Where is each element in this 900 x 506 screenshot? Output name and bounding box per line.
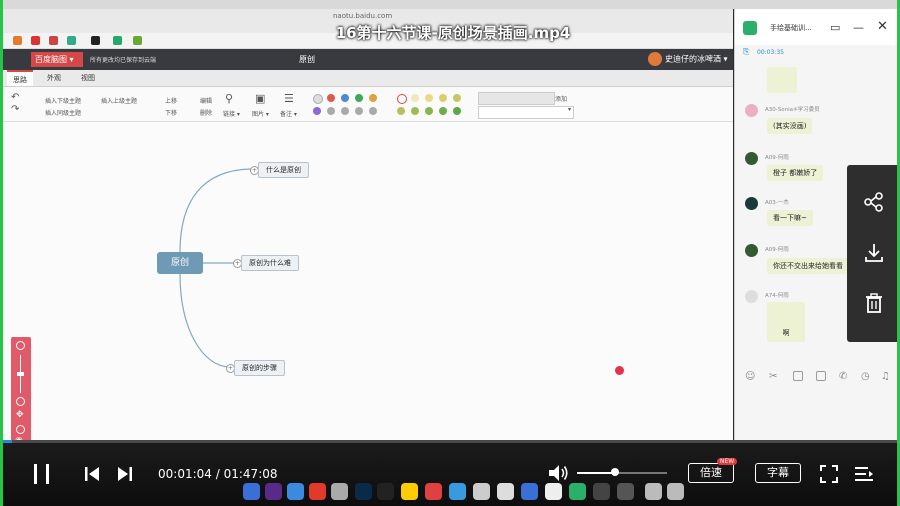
previous-icon[interactable] [83, 465, 101, 483]
side-action-panel [847, 165, 897, 342]
connector-line [179, 168, 252, 253]
sender-name: A74-何雨 [765, 293, 789, 299]
safari-icon [287, 483, 304, 500]
sender-name: A30-Sonia✳学习委员 [765, 107, 820, 113]
finder-icon [243, 483, 260, 500]
netease-music-icon [309, 483, 326, 500]
avatar [745, 104, 758, 117]
scissors-icon[interactable]: ✂ [769, 371, 777, 382]
time-separator: / [215, 467, 220, 481]
photoshop-icon [355, 483, 372, 500]
avatar [745, 290, 758, 303]
history-icon[interactable]: ◷ [861, 371, 870, 382]
app-icon [617, 483, 634, 500]
app-icon [377, 483, 394, 500]
sender-name: A09-何雨 [765, 155, 789, 161]
chat-toolbar: ☺ ✂ ✆ ◷ ♫ [735, 369, 897, 387]
chat-bubble: (其实没画) [767, 118, 813, 134]
chat-bubble: 看一下嘛~ [767, 210, 813, 226]
share-icon[interactable] [863, 191, 885, 213]
mic-icon[interactable]: ♫ [881, 371, 890, 382]
zoom-in-icon[interactable] [16, 341, 25, 350]
calendar-icon [425, 483, 442, 500]
playlist-icon[interactable] [854, 465, 874, 483]
sticker-message: 啊 [767, 302, 805, 342]
session-elapsed: 00:03:35 [757, 49, 784, 56]
next-icon[interactable] [116, 465, 134, 483]
zoom-slider-knob[interactable] [17, 372, 24, 376]
avatar [745, 244, 758, 257]
sticker-message [767, 67, 797, 93]
total-time: 01:47:08 [223, 467, 278, 481]
download-icon[interactable] [863, 242, 885, 264]
mac-dock [215, 481, 695, 503]
chrome-icon [545, 483, 562, 500]
current-time: 00:01:04 [158, 467, 212, 481]
volume-fill [577, 472, 615, 474]
emoji-icon[interactable]: ☺ [745, 371, 755, 382]
app-icon [265, 483, 282, 500]
volume-slider[interactable] [577, 468, 667, 476]
move-icon[interactable]: ✥ [16, 410, 24, 420]
mindmap-node[interactable]: 什么是原创 [258, 162, 309, 178]
playback-time: 00:01:04 / 01:47:08 [158, 467, 278, 481]
chat-bubble: 橙子 都嫩娇了 [767, 165, 824, 181]
mindmap-root-node[interactable]: 原创 [157, 252, 203, 274]
folder-icon[interactable] [793, 371, 803, 381]
app-icon [497, 483, 514, 500]
sender-name: A03-一杰 [765, 200, 789, 206]
trash-dock-icon [667, 483, 684, 500]
app-icon [645, 483, 662, 500]
video-title: 16第十六节课-原创场景插画.mp4 [335, 24, 571, 42]
progress-bar[interactable] [3, 440, 897, 443]
video-player-frame: naotu.baidu.com 百度脑图 ▾ 所有更改均已保存到云端 原创 史迪… [0, 0, 900, 506]
app-icon [521, 483, 538, 500]
mindmap-connectors [179, 168, 252, 368]
app-icon [569, 483, 586, 500]
mindmap-node[interactable]: 原创为什么难 [241, 255, 299, 271]
chat-bubble: 你还不交出来给她看看 [767, 258, 849, 274]
speed-button[interactable]: 倍速 [688, 463, 734, 483]
progress-fill [3, 440, 12, 443]
volume-icon[interactable] [548, 464, 570, 482]
locate-icon[interactable] [16, 425, 25, 434]
phone-icon[interactable]: ✆ [839, 371, 847, 382]
qq-icon [401, 483, 418, 500]
volume-knob[interactable] [610, 468, 619, 476]
app-icon [449, 483, 466, 500]
fullscreen-icon[interactable] [820, 465, 838, 483]
zoom-out-icon[interactable] [16, 397, 25, 406]
screenshot-icon[interactable] [816, 371, 826, 381]
avatar [745, 197, 758, 210]
avatar [745, 152, 758, 165]
pause-icon[interactable] [31, 463, 53, 485]
trash-icon[interactable] [863, 292, 885, 314]
new-badge: NEW [717, 458, 738, 465]
mindmap-node[interactable]: 原创的步骤 [234, 360, 285, 376]
screen-share-icon: ⎘ [743, 47, 750, 56]
app-icon [331, 483, 348, 500]
app-icon [593, 483, 610, 500]
cursor-highlight [615, 366, 624, 375]
connector-line [179, 273, 230, 368]
sender-name: A09-何雨 [765, 247, 789, 253]
app-icon [473, 483, 490, 500]
subtitle-button[interactable]: 字幕 [755, 463, 801, 483]
